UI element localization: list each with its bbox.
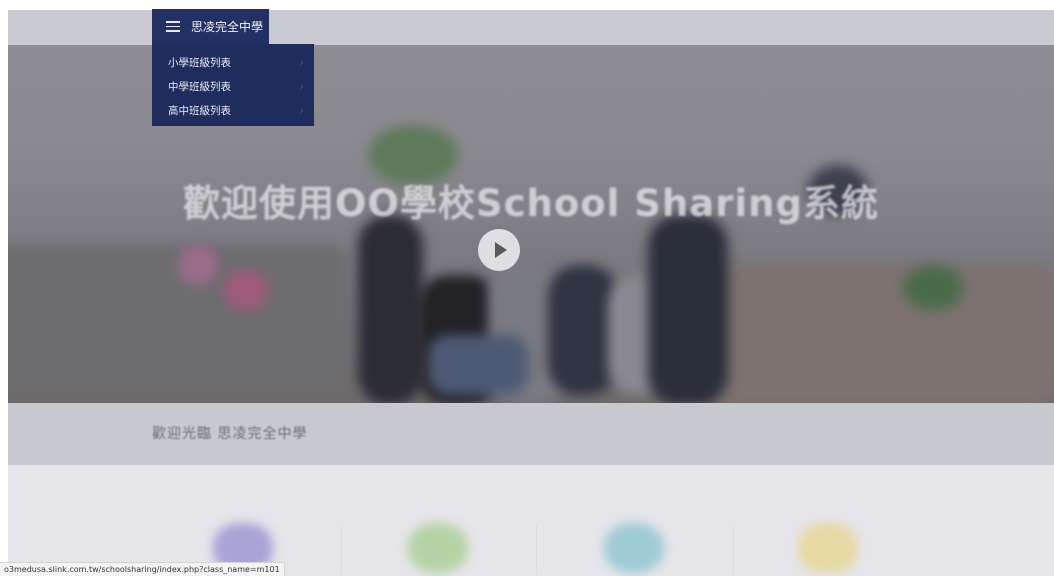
play-video-button[interactable] [478, 229, 520, 271]
chevron-right-icon: › [299, 55, 304, 69]
hamburger-icon [166, 21, 180, 32]
hero-title: 歡迎使用OO學校School Sharing系統 [183, 182, 879, 225]
chevron-right-icon: › [299, 79, 304, 93]
chevron-right-icon: › [299, 103, 304, 117]
menu-item-label: 小學班級列表 [168, 56, 231, 69]
menu-item-middle-classes[interactable]: 中學班級列表 › [152, 74, 314, 98]
feature-card-icon[interactable] [798, 523, 858, 573]
welcome-strip: 歡迎光臨 思凌完全中學 [8, 403, 1054, 465]
feature-card-icon[interactable] [604, 523, 664, 573]
menu-item-high-classes[interactable]: 高中班級列表 › [152, 98, 314, 122]
menu-item-label: 高中班級列表 [168, 104, 231, 117]
menu-title: 思凌完全中學 [191, 20, 264, 34]
feature-card-icon[interactable] [408, 523, 468, 573]
menu-item-primary-classes[interactable]: 小學班級列表 › [152, 50, 314, 74]
main-menu-button[interactable]: 思凌完全中學 [152, 9, 269, 44]
dropdown-menu: 小學班級列表 › 中學班級列表 › 高中班級列表 › [152, 44, 314, 126]
feature-cards [8, 465, 1054, 576]
status-bar-url: o3medusa.slink.com.tw/schoolsharing/inde… [0, 562, 285, 576]
play-icon [495, 242, 507, 258]
menu-item-label: 中學班級列表 [168, 80, 231, 93]
welcome-text: 歡迎光臨 思凌完全中學 [152, 426, 308, 442]
